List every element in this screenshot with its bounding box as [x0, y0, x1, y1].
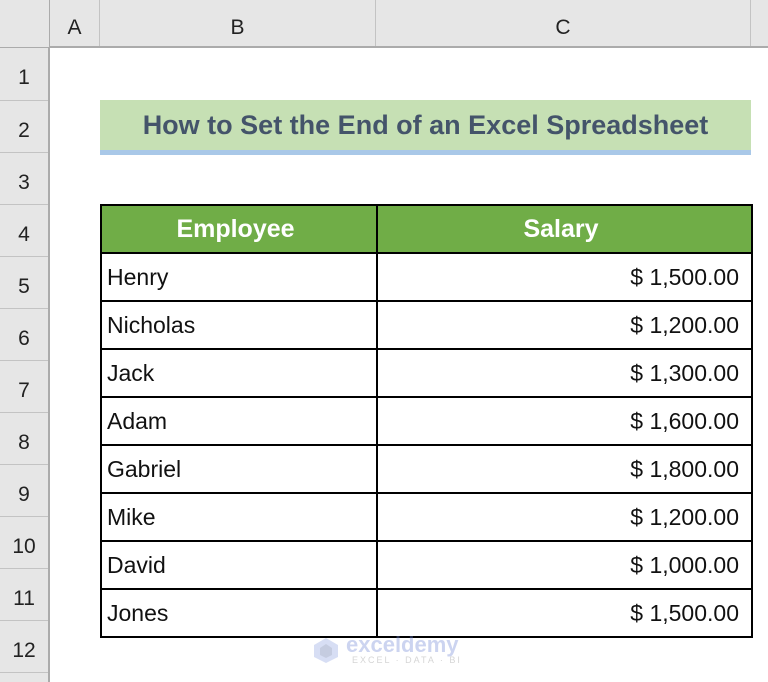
column-headers: A B C [50, 0, 768, 48]
row-header-3[interactable]: 3 [0, 153, 48, 205]
table-row: Mike $ 1,200.00 [100, 492, 753, 542]
row-header-1[interactable]: 1 [0, 48, 48, 101]
salary-cell[interactable]: $ 1,800.00 [376, 444, 753, 494]
row-header-12[interactable]: 12 [0, 621, 48, 673]
watermark-tagline: EXCEL · DATA · BI [352, 655, 462, 665]
table-row: Jack $ 1,300.00 [100, 348, 753, 398]
employee-cell[interactable]: David [100, 540, 378, 590]
row-header-11[interactable]: 11 [0, 569, 48, 621]
column-header-b[interactable]: B [100, 0, 376, 46]
select-all-corner[interactable] [0, 0, 50, 48]
salary-cell[interactable]: $ 1,500.00 [376, 252, 753, 302]
header-salary[interactable]: Salary [376, 204, 753, 254]
row-header-5[interactable]: 5 [0, 257, 48, 309]
employee-cell[interactable]: Jack [100, 348, 378, 398]
watermark: exceldemy EXCEL · DATA · BI [312, 634, 462, 665]
table-row: Jones $ 1,500.00 [100, 588, 753, 638]
employee-cell[interactable]: Gabriel [100, 444, 378, 494]
table-row: Henry $ 1,500.00 [100, 252, 753, 302]
employee-salary-table: Employee Salary Henry $ 1,500.00 Nichola… [100, 204, 753, 638]
column-header-c[interactable]: C [376, 0, 751, 46]
row-header-2[interactable]: 2 [0, 101, 48, 153]
salary-cell[interactable]: $ 1,500.00 [376, 588, 753, 638]
salary-cell[interactable]: $ 1,200.00 [376, 492, 753, 542]
employee-cell[interactable]: Jones [100, 588, 378, 638]
header-employee[interactable]: Employee [100, 204, 378, 254]
salary-cell[interactable]: $ 1,600.00 [376, 396, 753, 446]
employee-cell[interactable]: Mike [100, 492, 378, 542]
row-header-10[interactable]: 10 [0, 517, 48, 569]
salary-cell[interactable]: $ 1,300.00 [376, 348, 753, 398]
table-header-row: Employee Salary [100, 204, 753, 254]
row-header-4[interactable]: 4 [0, 205, 48, 257]
employee-cell[interactable]: Henry [100, 252, 378, 302]
row-header-9[interactable]: 9 [0, 465, 48, 517]
exceldemy-logo-icon [314, 637, 338, 663]
table-row: Nicholas $ 1,200.00 [100, 300, 753, 350]
salary-cell[interactable]: $ 1,200.00 [376, 300, 753, 350]
column-header-d[interactable] [751, 0, 768, 46]
employee-cell[interactable]: Adam [100, 396, 378, 446]
sheet-title[interactable]: How to Set the End of an Excel Spreadshe… [100, 100, 751, 155]
table-row: Gabriel $ 1,800.00 [100, 444, 753, 494]
salary-cell[interactable]: $ 1,000.00 [376, 540, 753, 590]
table-row: Adam $ 1,600.00 [100, 396, 753, 446]
employee-cell[interactable]: Nicholas [100, 300, 378, 350]
table-row: David $ 1,000.00 [100, 540, 753, 590]
row-header-6[interactable]: 6 [0, 309, 48, 361]
row-header-7[interactable]: 7 [0, 361, 48, 413]
column-header-a[interactable]: A [50, 0, 100, 46]
row-headers: 1 2 3 4 5 6 7 8 9 10 11 12 [0, 48, 50, 682]
row-header-8[interactable]: 8 [0, 413, 48, 465]
